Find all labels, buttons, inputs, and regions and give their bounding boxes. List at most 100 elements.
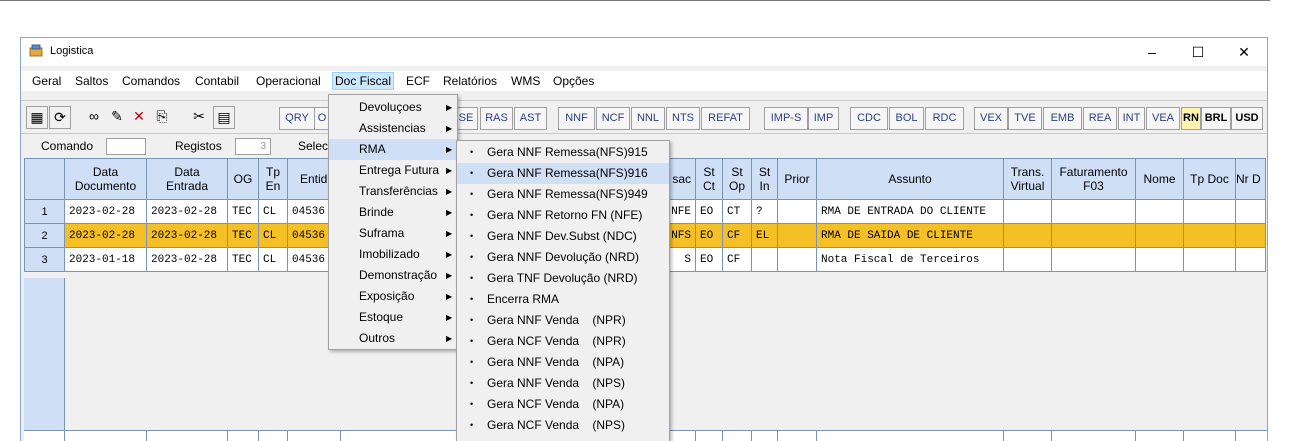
cell-og[interactable]: TEC <box>227 223 259 248</box>
submenu-item[interactable]: • Gera NNF Venda (NPA) <box>457 352 669 373</box>
cell-data-documento[interactable]: 2023-02-28 <box>64 199 147 224</box>
print-icon[interactable]: ▤ <box>213 106 235 129</box>
cell-st-ct[interactable]: EO <box>695 223 723 248</box>
cell-tp-en[interactable]: CL <box>258 199 288 224</box>
cell-assunto[interactable]: RMA DE ENTRADA DO CLIENTE <box>816 199 1004 224</box>
col-header-og[interactable]: OG <box>227 158 259 200</box>
menu-item-transferencias[interactable]: Transferências ▶ <box>329 181 457 202</box>
cut-icon[interactable]: ✂ <box>189 106 209 127</box>
submenu-item[interactable]: • Gera TNF Devolução (NRD) <box>457 268 669 289</box>
cell-data-entrada[interactable]: 2023-02-28 <box>146 223 228 248</box>
col-header-data-entrada[interactable]: Data Entrada <box>146 158 228 200</box>
menu-contabil[interactable]: Contabil <box>195 74 239 88</box>
menu-relatorios[interactable]: Relatórios <box>443 74 497 88</box>
tb-rn[interactable]: RN <box>1181 107 1201 130</box>
menu-comandos[interactable]: Comandos <box>122 74 180 88</box>
cell-faturamento[interactable] <box>1051 223 1136 248</box>
col-header-st-ct[interactable]: St Ct <box>695 158 723 200</box>
tb-refat[interactable]: REFAT <box>701 107 750 130</box>
submenu-item[interactable]: • Gera NCF Venda (NPA) <box>457 394 669 415</box>
submenu-item[interactable]: • Encerra RMA <box>457 289 669 310</box>
tb-tve[interactable]: TVE <box>1008 107 1042 130</box>
cell-tp-en[interactable]: CL <box>258 247 288 272</box>
col-header-assunto[interactable]: Assunto <box>816 158 1004 200</box>
menu-item-estoque[interactable]: Estoque ▶ <box>329 307 457 328</box>
tb-bol[interactable]: BOL <box>889 107 924 130</box>
binoculars-icon[interactable]: ∞ <box>84 106 104 127</box>
menu-item-imobilizado[interactable]: Imobilizado ▶ <box>329 244 457 265</box>
col-header-prior[interactable]: Prior <box>777 158 817 200</box>
submenu-item[interactable]: • Gera NNF Remessa(NFS)949 <box>457 184 669 205</box>
col-header-nome[interactable]: Nome <box>1135 158 1184 200</box>
tb-imp-s[interactable]: IMP-S <box>764 107 808 130</box>
cell-st-op[interactable]: CF <box>722 223 752 248</box>
tb-emb[interactable]: EMB <box>1043 107 1082 130</box>
tb-cdc[interactable]: CDC <box>850 107 888 130</box>
filter-icon[interactable]: ▦ <box>26 106 48 129</box>
cell-st-ct[interactable]: EO <box>695 247 723 272</box>
menu-item-devolucoes[interactable]: Devoluçoes ▶ <box>329 97 457 118</box>
cell-assunto[interactable]: Nota Fiscal de Terceiros <box>816 247 1004 272</box>
submenu-item[interactable]: • Gera NNF Venda (NPS) <box>457 373 669 394</box>
menu-item-assistencias[interactable]: Assistencias ▶ <box>329 118 457 139</box>
cell-st-op[interactable]: CF <box>722 247 752 272</box>
row-number[interactable]: 1 <box>24 199 65 224</box>
cell-nr-doc[interactable] <box>1235 247 1266 272</box>
menu-item-brinde[interactable]: Brinde ▶ <box>329 202 457 223</box>
tb-ncf[interactable]: NCF <box>596 107 630 130</box>
col-header-data-documento[interactable]: Data Documento <box>64 158 147 200</box>
cell-og[interactable]: TEC <box>227 199 259 224</box>
maximize-button[interactable]: ☐ <box>1175 38 1221 66</box>
delete-icon[interactable]: ✕ <box>129 106 149 127</box>
cell-nome[interactable] <box>1135 223 1184 248</box>
row-number[interactable]: 3 <box>24 247 65 272</box>
cell-nr-doc[interactable] <box>1235 223 1266 248</box>
submenu-item[interactable]: • Gera NNF Remessa(NFS)916 <box>457 163 669 184</box>
submenu-item[interactable]: • Gera NCF Venda (NPS) <box>457 415 669 436</box>
tb-ras[interactable]: RAS <box>480 107 513 130</box>
cell-trans-virtual[interactable] <box>1003 247 1052 272</box>
tb-imp[interactable]: IMP <box>808 107 839 130</box>
menu-operacional[interactable]: Operacional <box>256 74 321 88</box>
cell-tp-doc[interactable] <box>1183 223 1236 248</box>
cell-og[interactable]: TEC <box>227 247 259 272</box>
menu-item-entrega-futura[interactable]: Entrega Futura ▶ <box>329 160 457 181</box>
cell-data-entrada[interactable]: 2023-02-28 <box>146 199 228 224</box>
menu-item-demonstracao[interactable]: Demonstração ▶ <box>329 265 457 286</box>
tb-nts[interactable]: NTS <box>666 107 700 130</box>
menu-geral[interactable]: Geral <box>32 74 61 88</box>
cell-faturamento[interactable] <box>1051 247 1136 272</box>
col-header-st-op[interactable]: St Op <box>722 158 752 200</box>
minimize-button[interactable]: – <box>1129 38 1175 66</box>
cell-data-documento[interactable]: 2023-01-18 <box>64 247 147 272</box>
row-number[interactable]: 2 <box>24 223 65 248</box>
tb-nnl[interactable]: NNL <box>631 107 665 130</box>
menu-saltos[interactable]: Saltos <box>75 74 108 88</box>
cell-st-op[interactable]: CT <box>722 199 752 224</box>
menu-item-exposicao[interactable]: Exposição ▶ <box>329 286 457 307</box>
cell-prior[interactable] <box>777 223 817 248</box>
cell-nome[interactable] <box>1135 199 1184 224</box>
cell-tp-doc[interactable] <box>1183 247 1236 272</box>
cell-faturamento[interactable] <box>1051 199 1136 224</box>
cell-trans-virtual[interactable] <box>1003 223 1052 248</box>
submenu-item[interactable]: • Gera NNF Devolução (NRD) <box>457 247 669 268</box>
tb-int[interactable]: INT <box>1118 107 1145 130</box>
cell-data-entrada[interactable]: 2023-02-28 <box>146 247 228 272</box>
submenu-item[interactable]: • Gera NNF Venda (NPR) <box>457 310 669 331</box>
tb-usd[interactable]: USD <box>1231 107 1263 130</box>
tb-ast[interactable]: AST <box>514 107 547 130</box>
cell-trans-virtual[interactable] <box>1003 199 1052 224</box>
copy-icon[interactable]: ⎘ <box>152 106 172 127</box>
tb-rea[interactable]: REA <box>1083 107 1117 130</box>
cell-prior[interactable] <box>777 247 817 272</box>
submenu-item[interactable]: • Gera NCF Venda (NPR) <box>457 331 669 352</box>
cell-tp-doc[interactable] <box>1183 199 1236 224</box>
comando-input[interactable] <box>106 138 146 155</box>
cell-prior[interactable] <box>777 199 817 224</box>
tb-nnf[interactable]: NNF <box>558 107 595 130</box>
menu-doc-fiscal[interactable]: Doc Fiscal <box>332 72 395 90</box>
cell-data-documento[interactable]: 2023-02-28 <box>64 223 147 248</box>
cell-st-in[interactable]: ? <box>751 199 778 224</box>
col-header-nr-doc[interactable]: Nr D <box>1235 158 1266 200</box>
